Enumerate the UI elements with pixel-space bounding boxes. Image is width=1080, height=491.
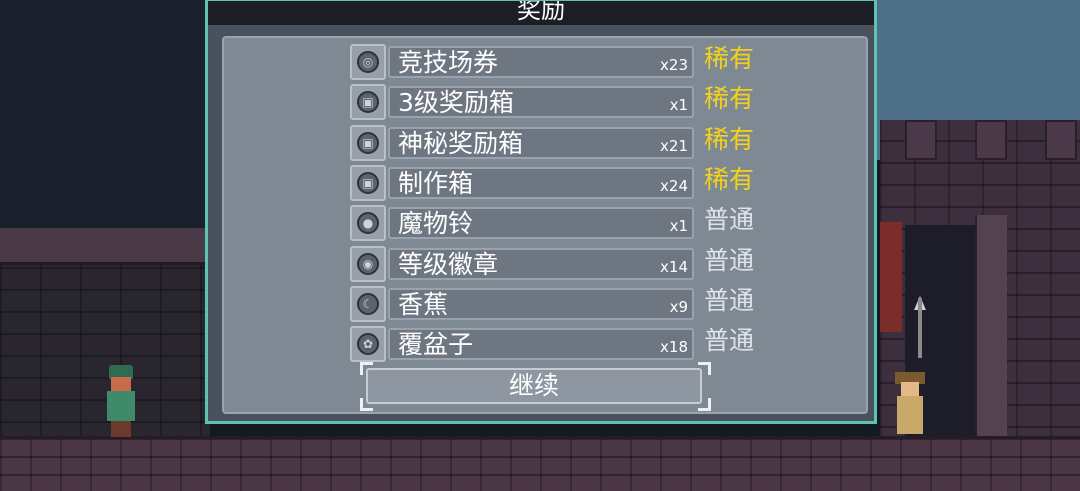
item-slot: ▣ <box>350 164 386 201</box>
corner-bracket <box>360 398 373 411</box>
banana-icon: ☾ <box>357 292 379 315</box>
item-quantity: x23 <box>660 56 688 74</box>
chest-icon: ▣ <box>357 131 379 154</box>
corner-bracket <box>360 362 373 375</box>
item-rarity: 普通 <box>704 285 755 315</box>
item-name-bar: 等级徽章 x14 <box>388 247 694 280</box>
item-rarity: 普通 <box>704 245 755 275</box>
item-name-bar: 制作箱 x24 <box>388 166 694 199</box>
spear-shaft <box>918 298 922 358</box>
item-quantity: x14 <box>660 257 688 276</box>
raspberry-icon: ✿ <box>357 333 379 356</box>
item-slot: ◉ <box>350 245 386 282</box>
item-name-bar: 3级奖励箱 x1 <box>388 86 694 119</box>
item-slot: ● <box>350 205 386 242</box>
chest-icon: ▣ <box>357 171 379 194</box>
background-sky-left <box>0 0 210 230</box>
item-name-bar: 神秘奖励箱 x21 <box>388 126 694 159</box>
item-rarity: 稀有 <box>704 44 755 73</box>
badge-icon: ◉ <box>357 252 379 275</box>
item-rarity: 稀有 <box>704 124 755 154</box>
item-slot: ☾ <box>350 285 386 322</box>
item-slot: ▣ <box>350 124 386 161</box>
stone-ledge <box>0 228 210 265</box>
item-name: 等级徽章 <box>398 249 499 279</box>
item-rarity: 普通 <box>704 326 755 356</box>
item-slot: ✿ <box>350 326 386 363</box>
item-rarity: 稀有 <box>704 84 755 114</box>
item-quantity: x24 <box>660 176 688 195</box>
castle-crenel <box>975 120 1007 160</box>
reward-list-panel: 继续 ◎ 竞技场券 x23 稀有 ▣ 3级奖励箱 x1 稀有 ▣ 神秘奖励箱 x21 稀有 ▣ 制作箱 x2… <box>222 36 868 414</box>
chest-icon: ▣ <box>357 91 379 114</box>
item-slot: ◎ <box>350 44 386 80</box>
coin-icon: ◎ <box>357 51 379 73</box>
player-character <box>105 365 137 437</box>
item-quantity: x1 <box>669 217 688 236</box>
castle-crenel <box>1045 120 1077 160</box>
castle-pillar <box>975 215 1007 445</box>
continue-button[interactable]: 继续 <box>366 368 702 404</box>
item-name: 制作箱 <box>398 168 474 198</box>
item-name: 3级奖励箱 <box>398 88 514 118</box>
item-name-bar: 香蕉 x9 <box>388 287 694 320</box>
stone-floor <box>0 436 1080 491</box>
item-name: 香蕉 <box>398 289 449 319</box>
item-quantity: x1 <box>669 96 688 115</box>
red-banner <box>880 222 902 332</box>
item-name: 魔物铃 <box>398 209 474 239</box>
item-rarity: 稀有 <box>704 164 755 194</box>
item-name-bar: 魔物铃 x1 <box>388 207 694 240</box>
item-rarity: 普通 <box>704 205 755 235</box>
item-name: 竞技场券 <box>398 48 499 77</box>
dialog-title: 奖励 <box>208 1 874 25</box>
reward-dialog: 奖励 继续 ◎ 竞技场券 x23 稀有 ▣ 3级奖励箱 x1 稀有 ▣ 神秘奖励箱 x21 稀有 ▣ 制作… <box>205 0 877 424</box>
item-name: 覆盆子 <box>398 330 474 360</box>
item-quantity: x21 <box>660 136 688 155</box>
corner-bracket <box>698 362 711 375</box>
item-slot: ▣ <box>350 84 386 121</box>
item-name-bar: 覆盆子 x18 <box>388 328 694 361</box>
corner-bracket <box>698 398 711 411</box>
item-name: 神秘奖励箱 <box>398 128 524 158</box>
bell-icon: ● <box>357 212 379 235</box>
npc-character <box>893 372 927 434</box>
item-quantity: x18 <box>660 338 688 357</box>
item-quantity: x9 <box>669 297 688 316</box>
item-name-bar: 竞技场券 x23 <box>388 46 694 78</box>
castle-crenel <box>905 120 937 160</box>
